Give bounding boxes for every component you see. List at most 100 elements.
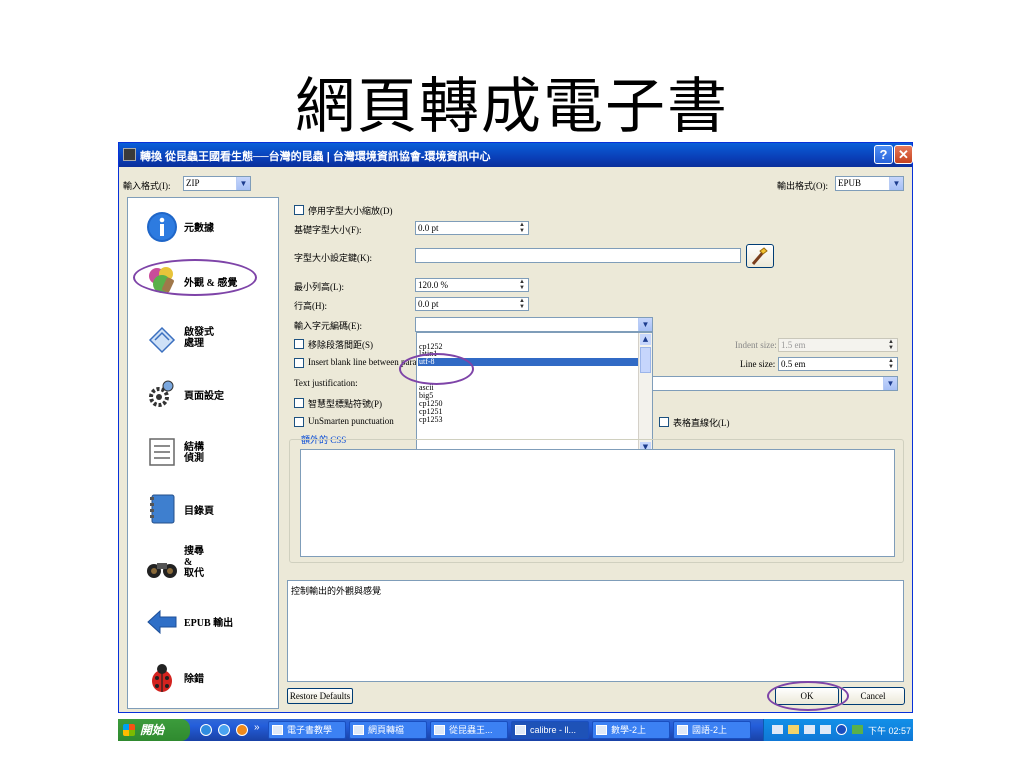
taskbar: 開始 » 電子書教學 網頁轉檔 從昆蟲王... calibre - ll... … — [118, 719, 913, 741]
close-button[interactable]: ✕ — [894, 145, 913, 164]
page-setup-icon — [149, 380, 174, 407]
sidebar-item-look-and-feel[interactable]: 外觀 & 感覺 — [128, 254, 278, 312]
sidebar-item-label: 結構 偵測 — [184, 442, 204, 464]
spin-arrows-icon[interactable]: ▲ ▼ — [519, 279, 525, 291]
calibre-icon — [515, 725, 526, 735]
sidebar-item-debug[interactable]: 除錯 — [128, 650, 278, 708]
chevron-down-icon: ▼ — [236, 177, 250, 190]
windows-logo-icon — [123, 724, 135, 736]
spin-arrows-icon[interactable]: ▲ ▼ — [888, 339, 894, 351]
cancel-button[interactable]: Cancel — [841, 687, 905, 705]
clock[interactable]: 下午 02:57 — [868, 724, 911, 737]
taskbar-item-label: 網頁轉檔 — [368, 725, 405, 735]
network-icon[interactable] — [852, 725, 863, 734]
output-format-value: EPUB — [838, 178, 862, 188]
extra-css-textarea[interactable] — [300, 449, 895, 557]
smarten-punctuation-label: 智慧型標點符號(P) — [308, 399, 382, 409]
taskbar-item-label: 數學-2上 — [611, 725, 647, 735]
sidebar-item-heuristics[interactable]: 啟發式 處理 — [128, 310, 278, 368]
insert-blank-line-checkbox[interactable] — [294, 358, 304, 368]
font-key-wizard-button[interactable] — [746, 244, 774, 268]
sidebar-item-epub-output[interactable]: EPUB 輸出 — [128, 594, 278, 652]
media-quicklaunch-icon[interactable] — [236, 724, 248, 736]
system-tray: 下午 02:57 — [763, 719, 913, 741]
output-format-select[interactable]: EPUB ▼ — [835, 176, 904, 191]
help-text: 控制輸出的外觀與感覺 — [291, 586, 382, 596]
taskbar-item[interactable]: 從昆蟲王... — [430, 721, 508, 739]
help-button[interactable]: ? — [874, 145, 893, 164]
scroll-up-icon[interactable]: ▲ — [640, 334, 651, 345]
ie-quicklaunch-icon[interactable] — [200, 724, 212, 736]
line-size-spinbox[interactable]: 0.5 em ▲ ▼ — [778, 357, 898, 371]
keyboard-icon[interactable] — [772, 725, 783, 734]
disable-font-rescaling-checkbox[interactable] — [294, 205, 304, 215]
window-icon — [434, 725, 445, 735]
magic-wand-icon — [751, 247, 768, 265]
help-tray-icon[interactable] — [820, 725, 831, 734]
sidebar-item-page-setup[interactable]: 頁面設定 — [128, 366, 278, 424]
remove-paragraph-spacing-checkbox[interactable] — [294, 339, 304, 349]
sidebar-item-structure[interactable]: 結構 偵測 — [128, 424, 278, 482]
quicklaunch-more[interactable]: » — [254, 722, 260, 733]
min-line-height-label: 最小列高(L): — [294, 282, 344, 292]
spin-arrows-icon[interactable]: ▲ ▼ — [888, 358, 894, 370]
input-encoding-select[interactable]: ▼ — [415, 317, 653, 332]
browser-quicklaunch-icon[interactable] — [218, 724, 230, 736]
window-titlebar[interactable]: 轉換 從昆蟲王國看生態──台灣的昆蟲 | 台灣環境資訊協會-環境資訊中心 ? ✕ — [119, 143, 913, 167]
output-format-label: 輸出格式(O): — [777, 181, 828, 191]
spin-arrows-icon[interactable]: ▲ ▼ — [519, 298, 525, 310]
chevron-down-icon: ▼ — [883, 377, 897, 390]
font-size-key-input[interactable] — [415, 248, 741, 263]
input-format-select[interactable]: ZIP ▼ — [183, 176, 251, 191]
input-format-value: ZIP — [186, 178, 200, 188]
list-item-selected[interactable]: utf-8 — [419, 358, 435, 366]
scroll-thumb[interactable] — [640, 347, 651, 373]
window-icon — [677, 725, 688, 735]
list-item[interactable]: cp1253 — [419, 416, 443, 424]
linearize-tables-checkbox[interactable] — [659, 417, 669, 427]
base-font-size-label: 基礎字型大小(F): — [294, 225, 362, 235]
chevron-left-icon[interactable] — [836, 724, 847, 735]
taskbar-item-active[interactable]: calibre - ll... — [511, 721, 589, 739]
unsmarten-punctuation-checkbox[interactable] — [294, 417, 304, 427]
ime-icon[interactable] — [804, 725, 815, 734]
start-label: 開始 — [140, 723, 165, 737]
base-font-size-spinbox[interactable]: 0.0 pt ▲ ▼ — [415, 221, 529, 235]
sidebar-item-label: EPUB 輸出 — [184, 618, 234, 629]
indent-size-label: Indent size: — [735, 340, 777, 350]
taskbar-item[interactable]: 數學-2上 — [592, 721, 670, 739]
dropdown-scrollbar[interactable]: ▲ — [638, 333, 652, 454]
min-line-height-spinbox[interactable]: 120.0 % ▲ ▼ — [415, 278, 529, 292]
info-icon — [147, 212, 177, 242]
text-justification-label: Text justification: — [294, 378, 358, 388]
sidebar-item-search-replace[interactable]: 搜尋 & 取代 — [128, 536, 278, 594]
start-button[interactable]: 開始 — [118, 719, 190, 741]
ok-button[interactable]: OK — [775, 687, 839, 705]
sidebar-item-label: 頁面設定 — [184, 391, 224, 402]
sidebar-item-label: 搜尋 & 取代 — [184, 546, 204, 579]
binoculars-icon — [147, 563, 177, 578]
min-line-height-value: 120.0 % — [418, 280, 448, 290]
text-justification-select[interactable]: ▼ — [649, 376, 898, 391]
sidebar-item-metadata[interactable]: 元數據 — [128, 198, 278, 256]
line-height-spinbox[interactable]: 0.0 pt ▲ ▼ — [415, 297, 529, 311]
window-icon — [272, 725, 283, 735]
input-encoding-label: 輸入字元編碼(E): — [294, 321, 362, 331]
taskbar-item[interactable]: 網頁轉檔 — [349, 721, 427, 739]
line-height-value: 0.0 pt — [418, 299, 439, 309]
indent-size-spinbox[interactable]: 1.5 em ▲ ▼ — [778, 338, 898, 352]
insert-blank-line-label: Insert blank line between paragraphs — [308, 357, 416, 367]
pen-icon[interactable] — [788, 725, 799, 734]
sidebar-item-label: 元數據 — [184, 223, 214, 234]
sidebar-item-label: 目錄頁 — [184, 506, 214, 517]
encoding-dropdown-list[interactable]: cp1252 latin1 utf-8 ascii big5 cp1250 cp… — [416, 332, 653, 455]
chevron-down-icon: ▼ — [638, 318, 652, 331]
taskbar-item-label: 國語-2上 — [692, 725, 728, 735]
taskbar-item[interactable]: 電子書教學 — [268, 721, 346, 739]
smarten-punctuation-checkbox[interactable] — [294, 398, 304, 408]
restore-defaults-button[interactable]: Restore Defaults — [287, 688, 353, 704]
sidebar-item-toc[interactable]: 目錄頁 — [128, 480, 278, 538]
taskbar-item[interactable]: 國語-2上 — [673, 721, 751, 739]
selected-option-highlight[interactable]: utf-8 — [418, 358, 638, 366]
spin-arrows-icon[interactable]: ▲ ▼ — [519, 222, 525, 234]
